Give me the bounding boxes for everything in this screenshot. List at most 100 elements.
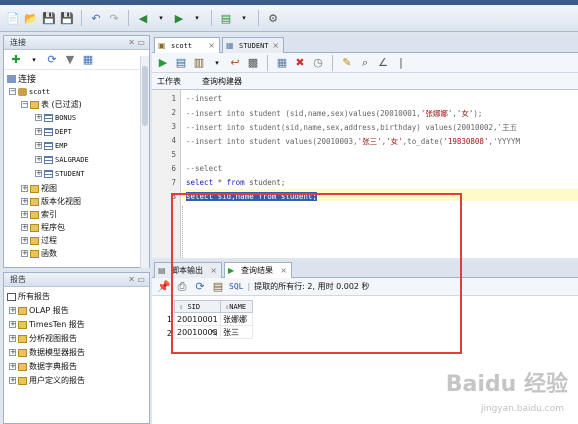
report-node-all[interactable]: 所有报告	[7, 291, 50, 302]
expand-icon[interactable]: +	[35, 114, 42, 121]
tree-node-table[interactable]: + EMP	[35, 140, 68, 151]
expand-icon[interactable]: +	[9, 363, 16, 370]
tree-node-label: scott	[29, 87, 51, 96]
expand-icon[interactable]: +	[35, 128, 42, 135]
expand-icon[interactable]: +	[21, 250, 28, 257]
expand-icon[interactable]: +	[21, 211, 28, 218]
report-node[interactable]: + 用户定义的报告	[9, 375, 85, 386]
back-icon[interactable]: ◀	[136, 11, 150, 25]
run-script-icon[interactable]: ▤	[174, 56, 188, 70]
table-name: SALGRADE	[55, 155, 89, 164]
tree-node-procedures[interactable]: + 过程	[21, 235, 57, 246]
database-icon	[18, 87, 27, 96]
format-icon[interactable]: ✎	[340, 56, 354, 70]
code-line[interactable]: select * from student;	[186, 178, 285, 187]
report-node[interactable]: + OLAP 报告	[9, 305, 69, 316]
tree-node-packages[interactable]: + 程序包	[21, 222, 65, 233]
sql-icon[interactable]: ▤	[219, 11, 233, 25]
more-icon[interactable]: |	[394, 56, 408, 70]
tree-node-label: 过程	[41, 236, 57, 245]
expand-icon[interactable]: +	[35, 170, 42, 177]
close-tab-icon[interactable]: ×	[208, 38, 215, 53]
expand-icon[interactable]: +	[9, 307, 16, 314]
expand-icon[interactable]: +	[9, 377, 16, 384]
monitor-icon[interactable]: ⚙	[266, 11, 280, 25]
forward-dropdown-icon[interactable]: ▾	[190, 11, 204, 25]
code-line[interactable]: --insert into student (sid,name,sex)valu…	[186, 108, 482, 119]
folder-icon	[18, 334, 27, 343]
tab-scott[interactable]: ▣ scott ×	[154, 37, 220, 53]
toolbar-separator	[267, 54, 268, 71]
filter-icon[interactable]: ▼	[63, 53, 77, 67]
tree-node-indexes[interactable]: + 索引	[21, 209, 57, 220]
history-icon[interactable]: ◷	[311, 56, 325, 70]
find-icon[interactable]: ⌕	[358, 56, 372, 70]
tab-worksheet[interactable]: 工作表	[157, 76, 181, 87]
tree-root[interactable]: 连接	[7, 73, 36, 85]
undo-icon[interactable]: ↶	[89, 11, 103, 25]
expand-icon[interactable]: +	[9, 321, 16, 328]
refresh-icon[interactable]: ⟳	[45, 53, 59, 67]
expand-icon[interactable]: +	[35, 142, 42, 149]
autotrace-icon[interactable]: ▦	[275, 56, 289, 70]
expand-icon[interactable]: +	[35, 156, 42, 163]
report-node[interactable]: + 数据模型器报告	[9, 347, 85, 358]
watermark-url: jingyan.baidu.com	[480, 404, 564, 414]
code-line[interactable]: --insert	[186, 94, 222, 103]
new-icon[interactable]: 📄	[6, 11, 20, 25]
report-node[interactable]: + TimesTen 报告	[9, 319, 85, 330]
tree-scrollbar[interactable]	[140, 56, 149, 268]
code-line[interactable]: --insert into student values(20010003,'张…	[186, 136, 520, 147]
panel-window-controls[interactable]: ✕ ▭	[128, 36, 145, 50]
add-connection-icon[interactable]: ✚	[9, 53, 23, 67]
report-node[interactable]: + 分析视图报告	[9, 333, 77, 344]
row-number: 2	[166, 329, 172, 338]
tab-query-builder[interactable]: 查询构建器	[202, 76, 242, 87]
back-dropdown-icon[interactable]: ▾	[154, 11, 168, 25]
table-name: STUDENT	[55, 169, 85, 178]
expand-icon[interactable]: +	[9, 335, 16, 342]
dropdown-icon[interactable]: ▾	[210, 56, 224, 70]
save-all-icon[interactable]: 💾	[60, 11, 74, 25]
code-line[interactable]: --select	[186, 164, 222, 173]
tree-node-table[interactable]: + SALGRADE	[35, 154, 89, 165]
expand-icon[interactable]: +	[21, 198, 28, 205]
expand-icon[interactable]: +	[21, 185, 28, 192]
rollback-icon[interactable]: ↩	[228, 56, 242, 70]
tab-student[interactable]: ▦ STUDENT ×	[222, 37, 284, 53]
panel-window-controls[interactable]: ✕ ▭	[128, 273, 145, 287]
redo-icon[interactable]: ↷	[107, 11, 121, 25]
schema-browser-icon[interactable]: ▦	[81, 53, 95, 67]
save-icon[interactable]: 💾	[42, 11, 56, 25]
forward-icon[interactable]: ▶	[172, 11, 186, 25]
pin-icon[interactable]: 📌	[157, 280, 171, 294]
tree-node-table[interactable]: + STUDENT	[35, 168, 85, 179]
folder-icon	[18, 348, 27, 357]
tree-node-tables[interactable]: − 表 (已过滤)	[21, 99, 82, 110]
tree-node-table[interactable]: + BONUS	[35, 112, 76, 123]
explain-plan-icon[interactable]: ▩	[246, 56, 260, 70]
tree-node-functions[interactable]: + 函数	[21, 248, 57, 259]
report-node[interactable]: + 数据字典报告	[9, 361, 77, 372]
commit-icon[interactable]: ▥	[192, 56, 206, 70]
tree-node-scott[interactable]: − scott	[9, 86, 50, 97]
toolbar-separator	[81, 10, 82, 26]
tree-node-views[interactable]: + 视图	[21, 183, 57, 194]
expand-icon[interactable]: +	[21, 237, 28, 244]
collapse-icon[interactable]: −	[21, 101, 28, 108]
close-tab-icon[interactable]: ×	[272, 38, 279, 53]
open-folder-icon[interactable]: 📂	[24, 11, 38, 25]
line-number: 1	[171, 94, 176, 103]
sql-dropdown-icon[interactable]: ▾	[237, 11, 251, 25]
collapse-icon[interactable]: −	[9, 88, 16, 95]
scrollbar-thumb[interactable]	[142, 66, 148, 126]
expand-icon[interactable]: +	[9, 349, 16, 356]
dropdown-icon[interactable]: ▾	[27, 53, 41, 67]
link-icon[interactable]: ∠	[376, 56, 390, 70]
expand-icon[interactable]: +	[21, 224, 28, 231]
run-statement-icon[interactable]: ▶	[156, 56, 170, 70]
code-line[interactable]: --insert into student(sid,name,sex,addre…	[186, 122, 517, 133]
tree-node-editioning-views[interactable]: + 版本化视图	[21, 196, 81, 207]
tree-node-table[interactable]: + DEPT	[35, 126, 72, 137]
clear-icon[interactable]: ✖	[293, 56, 307, 70]
